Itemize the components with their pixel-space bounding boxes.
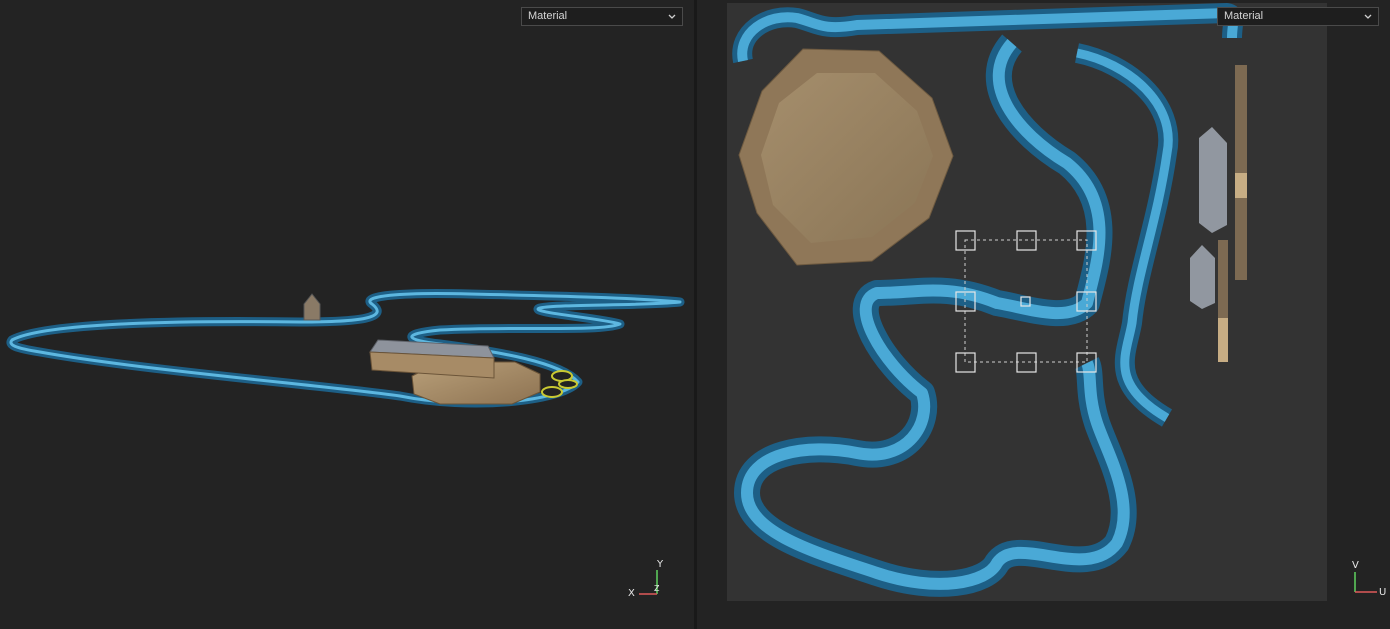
axis-z-label: Z (654, 584, 660, 593)
chevron-down-icon (1364, 14, 1372, 19)
material-dropdown-value: Material (528, 10, 568, 22)
small-house (303, 293, 321, 321)
axis-u-label: U (1379, 587, 1387, 598)
viewport-3d[interactable]: Y X Z Material (0, 0, 694, 629)
tire (541, 386, 563, 398)
viewport-uv[interactable]: V U Material (697, 0, 1390, 629)
material-dropdown[interactable]: Material (521, 7, 683, 26)
uv-roof-island (1199, 127, 1227, 233)
chevron-down-icon (668, 14, 676, 19)
uv-canvas[interactable] (727, 3, 1327, 601)
scale-handle[interactable] (1016, 352, 1037, 373)
axis-x-label: X (628, 588, 635, 599)
axis-v-label: V (1352, 560, 1359, 571)
uv-wall-strip (1235, 65, 1247, 280)
scene-3d[interactable] (0, 0, 694, 629)
tire (558, 379, 578, 389)
material-dropdown-value: Material (1224, 10, 1264, 22)
axis-y-label: Y (657, 559, 664, 570)
uv-layout[interactable] (727, 3, 1327, 601)
material-dropdown[interactable]: Material (1217, 7, 1379, 26)
uv-roof-island (1190, 245, 1215, 309)
river-mesh (6, 288, 685, 408)
